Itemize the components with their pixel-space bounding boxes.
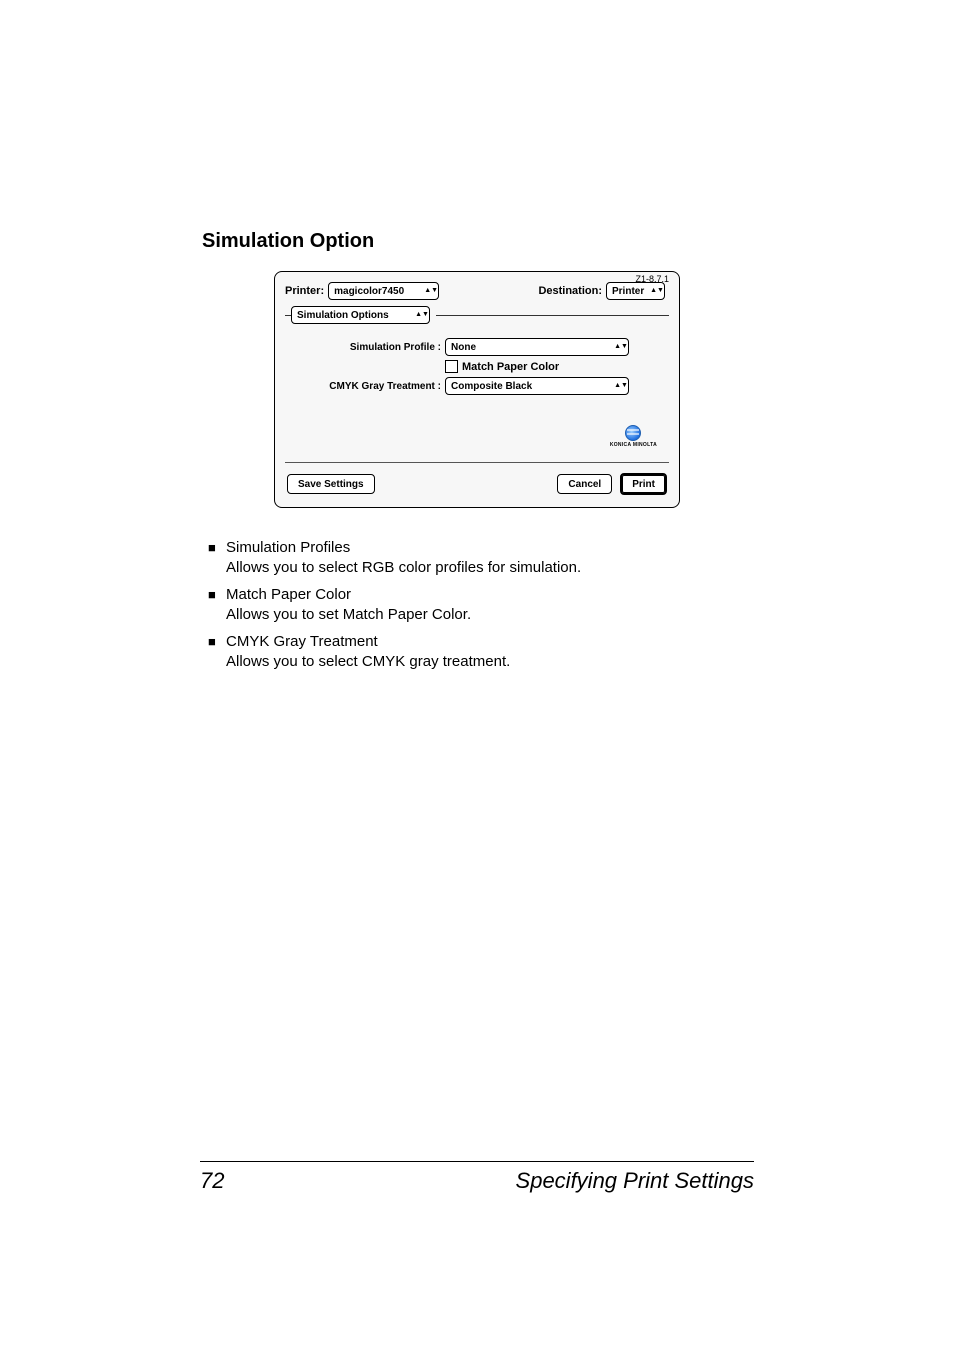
updown-icon: ▲▼ — [652, 289, 662, 293]
version-label: Z1-8.7.1 — [635, 274, 669, 284]
top-row: Printer: magicolor7450 ▲▼ Destination: P… — [285, 282, 669, 300]
section-separator: Simulation Options ▲▼ — [285, 306, 669, 324]
dialog-figure: Z1-8.7.1 Printer: magicolor7450 ▲▼ Desti… — [200, 271, 754, 508]
sim-profile-label: Simulation Profile : — [291, 342, 441, 353]
updown-icon: ▲▼ — [616, 384, 626, 388]
updown-icon: ▲▼ — [616, 345, 626, 349]
printer-value: magicolor7450 — [334, 286, 404, 297]
section-title: Simulation Option — [202, 230, 754, 253]
updown-icon: ▲▼ — [426, 289, 436, 293]
destination-label: Destination: — [538, 285, 602, 297]
printer-label: Printer: — [285, 285, 324, 297]
simulation-options-panel: Simulation Profile : None ▲▼ Match Paper… — [285, 332, 669, 454]
footer-title: Specifying Print Settings — [516, 1168, 754, 1194]
dialog-divider — [285, 462, 669, 463]
bullet-icon: ■ — [208, 632, 226, 671]
panel-section-select[interactable]: Simulation Options ▲▼ — [291, 306, 430, 324]
cancel-button[interactable]: Cancel — [557, 474, 612, 494]
sim-profile-value: None — [451, 342, 476, 353]
page-number: 72 — [200, 1168, 224, 1194]
match-paper-label: Match Paper Color — [462, 361, 559, 373]
print-dialog: Z1-8.7.1 Printer: magicolor7450 ▲▼ Desti… — [274, 271, 680, 508]
item-desc: Allows you to select CMYK gray treatment… — [226, 652, 510, 672]
item-desc: Allows you to select RGB color profiles … — [226, 558, 581, 578]
cmyk-label: CMYK Gray Treatment : — [291, 381, 441, 392]
document-page: Simulation Option Z1-8.7.1 Printer: magi… — [0, 0, 954, 1350]
description-list: ■ Simulation Profiles Allows you to sele… — [200, 538, 754, 671]
item-label: CMYK Gray Treatment — [226, 632, 510, 652]
destination-select[interactable]: Printer ▲▼ — [606, 282, 665, 300]
item-label: Simulation Profiles — [226, 538, 581, 558]
panel-section-value: Simulation Options — [297, 310, 389, 321]
logo-text: KONICA MINOLTA — [610, 442, 657, 448]
destination-value: Printer — [612, 286, 644, 297]
konica-minolta-logo: KONICA MINOLTA — [610, 425, 657, 448]
cmyk-value: Composite Black — [451, 381, 532, 392]
globe-icon — [625, 425, 641, 441]
bullet-icon: ■ — [208, 585, 226, 624]
printer-select[interactable]: magicolor7450 ▲▼ — [328, 282, 439, 300]
bullet-icon: ■ — [208, 538, 226, 577]
page-footer: 72 Specifying Print Settings — [200, 1161, 754, 1194]
sim-profile-select[interactable]: None ▲▼ — [445, 338, 629, 356]
match-paper-checkbox[interactable] — [445, 360, 458, 373]
list-item: ■ CMYK Gray Treatment Allows you to sele… — [208, 632, 754, 671]
item-label: Match Paper Color — [226, 585, 471, 605]
list-item: ■ Simulation Profiles Allows you to sele… — [208, 538, 754, 577]
save-settings-button[interactable]: Save Settings — [287, 474, 375, 494]
cmyk-select[interactable]: Composite Black ▲▼ — [445, 377, 629, 395]
item-desc: Allows you to set Match Paper Color. — [226, 605, 471, 625]
updown-icon: ▲▼ — [417, 313, 427, 317]
dialog-buttons: Save Settings Cancel Print — [285, 473, 669, 497]
print-button[interactable]: Print — [620, 473, 667, 495]
list-item: ■ Match Paper Color Allows you to set Ma… — [208, 585, 754, 624]
